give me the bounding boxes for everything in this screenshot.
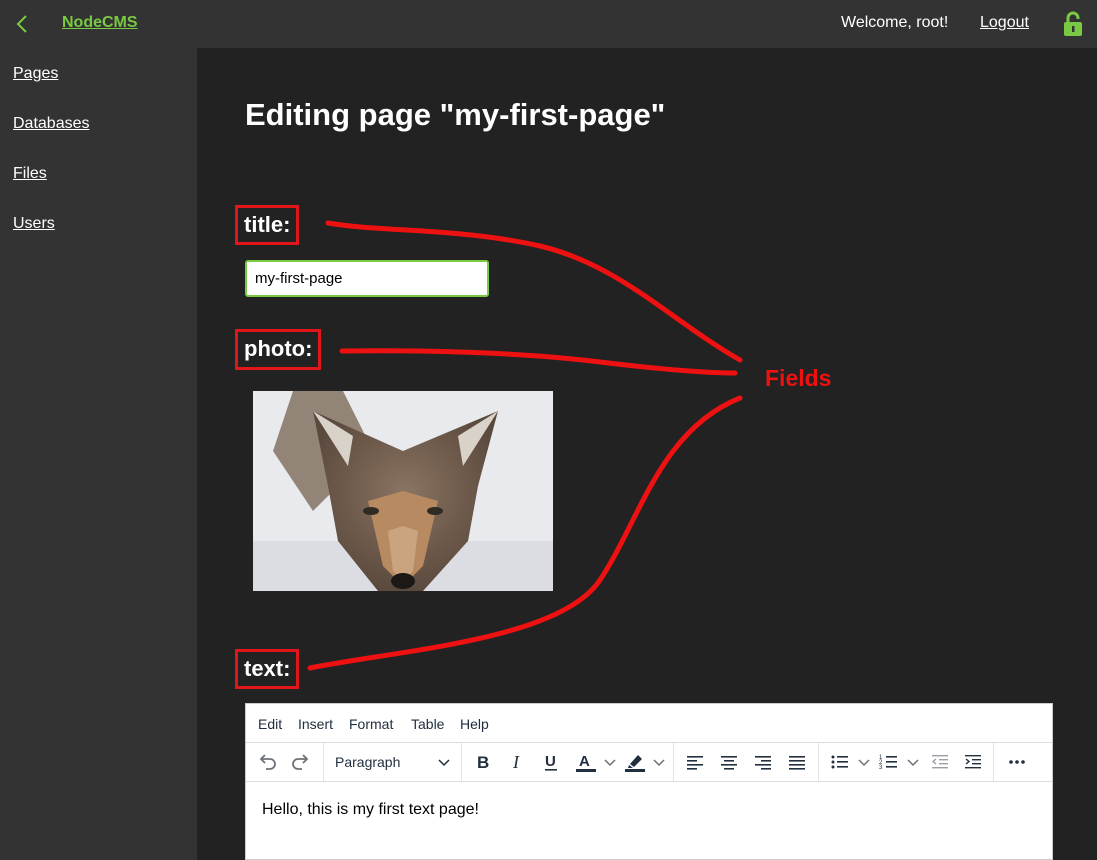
chevron-left-icon[interactable]: [13, 12, 31, 36]
underline-icon[interactable]: U: [542, 751, 560, 773]
editor-content[interactable]: Hello, this is my first text page!: [262, 801, 479, 819]
italic-icon[interactable]: I: [509, 751, 527, 773]
page-title: Editing page "my-first-page": [245, 97, 666, 132]
highlight-color-icon[interactable]: [624, 751, 646, 773]
photo-field-label: photo:: [235, 329, 322, 370]
numbered-list-chevron-icon[interactable]: [906, 751, 920, 773]
svg-text:I: I: [512, 752, 520, 772]
menu-edit[interactable]: Edit: [258, 716, 282, 732]
text-color-chevron-icon[interactable]: [603, 751, 617, 773]
title-input[interactable]: [245, 260, 489, 297]
outdent-icon[interactable]: [930, 751, 950, 773]
align-right-icon[interactable]: [753, 751, 773, 773]
svg-text:U: U: [545, 753, 556, 770]
editor-toolbar: Paragraph B I U A 1 2 3: [246, 743, 1052, 782]
more-options-icon[interactable]: [1006, 751, 1028, 773]
bullet-list-icon[interactable]: [830, 751, 850, 773]
title-field-label: title:: [235, 205, 300, 245]
bold-icon[interactable]: B: [474, 751, 494, 773]
indent-icon[interactable]: [963, 751, 983, 773]
menu-insert[interactable]: Insert: [298, 716, 333, 732]
redo-icon[interactable]: [291, 751, 311, 773]
text-field-label: text:: [235, 649, 300, 689]
align-justify-icon[interactable]: [787, 751, 807, 773]
block-format-select[interactable]: Paragraph: [335, 754, 400, 770]
text-color-icon[interactable]: A: [575, 751, 597, 773]
sidebar-item-databases[interactable]: Databases: [13, 115, 90, 133]
rich-text-editor: Edit Insert Format Table Help Paragraph …: [245, 703, 1053, 860]
menu-help[interactable]: Help: [460, 716, 489, 732]
bullet-list-chevron-icon[interactable]: [857, 751, 871, 773]
numbered-list-icon[interactable]: 1 2 3: [879, 751, 899, 773]
svg-text:B: B: [477, 753, 489, 772]
highlight-chevron-icon[interactable]: [652, 751, 666, 773]
lock-open-icon[interactable]: [1062, 11, 1084, 37]
sidebar-item-pages[interactable]: Pages: [13, 65, 58, 83]
chevron-down-icon[interactable]: [437, 751, 451, 773]
top-bar: NodeCMS Welcome, root! Logout: [0, 0, 1097, 48]
sidebar-item-users[interactable]: Users: [13, 215, 55, 233]
menu-format[interactable]: Format: [349, 716, 393, 732]
logout-link[interactable]: Logout: [980, 14, 1029, 32]
svg-text:A: A: [579, 753, 590, 770]
sidebar: Pages Databases Files Users: [0, 48, 197, 860]
align-center-icon[interactable]: [719, 751, 739, 773]
undo-icon[interactable]: [257, 751, 277, 773]
svg-text:3: 3: [879, 765, 883, 771]
align-left-icon[interactable]: [685, 751, 705, 773]
brand-link[interactable]: NodeCMS: [62, 14, 138, 32]
welcome-text: Welcome, root!: [841, 14, 949, 31]
editor-menubar: Edit Insert Format Table Help: [246, 704, 1052, 743]
photo-image[interactable]: [253, 391, 553, 591]
fields-annotation-label: Fields: [765, 365, 832, 391]
menu-table[interactable]: Table: [411, 716, 444, 732]
sidebar-item-files[interactable]: Files: [13, 165, 47, 183]
